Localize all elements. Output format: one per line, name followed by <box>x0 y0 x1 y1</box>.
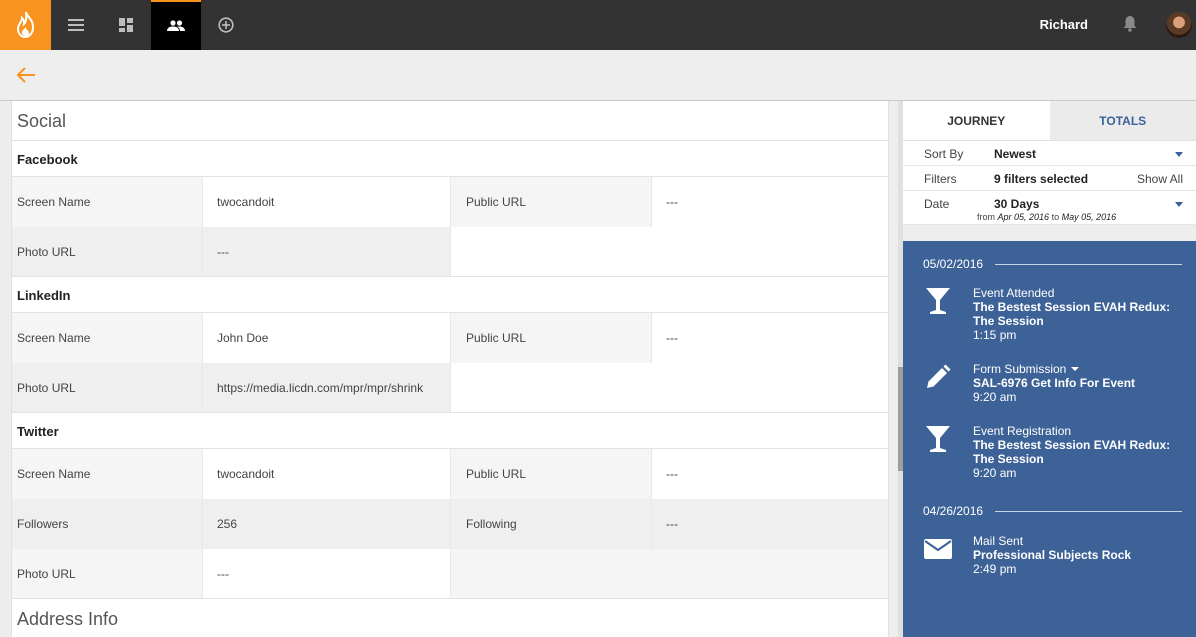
table-row: Photo URL --- <box>12 549 888 599</box>
back-button[interactable] <box>16 66 36 89</box>
user-name[interactable]: Richard <box>1040 17 1088 32</box>
field-label: Photo URL <box>12 227 203 276</box>
event-type: Event Registration <box>973 424 1072 438</box>
flame-icon <box>16 11 34 39</box>
timeline-date: 04/26/2016 <box>923 504 984 518</box>
bell-icon <box>1123 16 1137 32</box>
dashboard-icon <box>119 18 133 32</box>
event-type: Event Attended <box>973 286 1055 300</box>
field-label: Public URL <box>451 177 652 227</box>
table-row: Screen Name twocandoit Public URL --- <box>12 449 888 499</box>
date-range: from Apr 05, 2016 to May 05, 2016 <box>977 212 1117 222</box>
field-label: Public URL <box>451 313 652 363</box>
event-name: The Bestest Session EVAH Redux: The Sess… <box>973 300 1171 328</box>
cocktail-icon <box>926 426 950 452</box>
mail-icon <box>924 539 952 559</box>
menu-icon <box>68 19 84 31</box>
section-title-address: Address Info <box>17 609 119 629</box>
sort-value: Newest <box>994 147 1037 161</box>
arrow-left-icon <box>16 67 35 83</box>
empty-cell <box>451 227 888 276</box>
empty-cell <box>451 549 888 598</box>
event-name: The Bestest Session EVAH Redux: The Sess… <box>973 438 1171 466</box>
field-value: --- <box>203 549 451 598</box>
people-button[interactable] <box>151 0 201 50</box>
people-icon <box>167 20 185 31</box>
field-label: Screen Name <box>12 177 203 227</box>
field-value: John Doe <box>203 313 451 363</box>
event-type: Mail Sent <box>973 534 1024 548</box>
add-circle-icon <box>218 17 234 33</box>
group-title-twitter: Twitter <box>12 413 888 449</box>
table-row: Screen Name John Doe Public URL --- <box>12 313 888 363</box>
section-title-social: Social <box>12 101 888 141</box>
table-row: Followers 256 Following --- <box>12 499 888 549</box>
table-row: Photo URL --- <box>12 227 888 277</box>
filters-row: Filters 9 filters selected Show All <box>903 166 1196 191</box>
field-label: Following <box>451 499 652 549</box>
caret-down-icon <box>1175 202 1183 207</box>
sort-select[interactable]: Sort By Newest <box>903 141 1196 166</box>
dashboard-button[interactable] <box>101 0 151 50</box>
app-logo[interactable] <box>0 0 51 50</box>
field-label: Photo URL <box>12 549 203 598</box>
event-type: Form Submission <box>973 362 1188 376</box>
date-value: 30 Days <box>994 197 1040 211</box>
event-time: 9:20 am <box>973 466 1017 480</box>
field-label: Public URL <box>451 449 652 499</box>
filter-controls: Sort By Newest Filters 9 filters selecte… <box>903 140 1196 225</box>
timeline-date: 05/02/2016 <box>923 257 984 271</box>
field-label: Screen Name <box>12 449 203 499</box>
group-title-linkedin: LinkedIn <box>12 277 888 313</box>
field-value: --- <box>652 449 888 499</box>
field-label: Photo URL <box>12 363 203 412</box>
details-panel: Social Facebook Screen Name twocandoit P… <box>11 101 889 637</box>
cocktail-icon <box>926 288 950 314</box>
menu-button[interactable] <box>51 0 101 50</box>
main-content: Social Facebook Screen Name twocandoit P… <box>0 101 900 637</box>
filters-label: Filters <box>924 172 957 186</box>
field-value: --- <box>652 177 888 227</box>
empty-cell <box>451 363 888 412</box>
notifications-button[interactable] <box>1123 15 1137 37</box>
event-name: Professional Subjects Rock <box>973 548 1132 562</box>
journey-panel: JOURNEY TOTALS Sort By Newest Filters 9 … <box>903 101 1196 637</box>
timeline-divider <box>995 264 1182 265</box>
event-time: 1:15 pm <box>973 328 1017 342</box>
journey-timeline: 05/02/2016 Event Attended The Bestest Se… <box>903 241 1196 637</box>
pencil-icon <box>927 364 951 388</box>
filters-value[interactable]: 9 filters selected <box>994 172 1088 186</box>
event-name: SAL-6976 Get Info For Event <box>973 376 1136 390</box>
tab-totals[interactable]: TOTALS <box>1049 101 1196 140</box>
field-label: Screen Name <box>12 313 203 363</box>
group-title-facebook: Facebook <box>12 141 888 177</box>
field-value: --- <box>652 313 888 363</box>
field-value: 256 <box>203 499 451 549</box>
tab-journey[interactable]: JOURNEY <box>903 101 1050 140</box>
event-time: 9:20 am <box>973 390 1017 404</box>
sub-header <box>0 50 1196 100</box>
photo-url-link[interactable]: https://media.licdn.com/mpr/mpr/shrink <box>203 363 451 412</box>
show-all-link[interactable]: Show All <box>1137 172 1183 186</box>
timeline-divider <box>995 511 1182 512</box>
tab-bar: JOURNEY TOTALS <box>903 101 1196 140</box>
event-time: 2:49 pm <box>973 562 1017 576</box>
date-label: Date <box>924 197 950 211</box>
add-button[interactable] <box>201 0 251 50</box>
caret-down-icon <box>1175 152 1183 157</box>
field-label: Followers <box>12 499 203 549</box>
date-select[interactable]: Date 30 Days from Apr 05, 2016 to May 05… <box>903 191 1196 225</box>
sort-label: Sort By <box>924 147 964 161</box>
field-value: twocandoit <box>203 177 451 227</box>
table-row: Screen Name twocandoit Public URL --- <box>12 177 888 227</box>
top-bar: Richard <box>0 0 1196 50</box>
avatar[interactable] <box>1166 12 1192 38</box>
table-row: Photo URL https://media.licdn.com/mpr/mp… <box>12 363 888 413</box>
caret-down-icon[interactable] <box>1071 367 1080 371</box>
field-value: --- <box>652 499 888 549</box>
field-value: twocandoit <box>203 449 451 499</box>
field-value: --- <box>203 227 451 276</box>
